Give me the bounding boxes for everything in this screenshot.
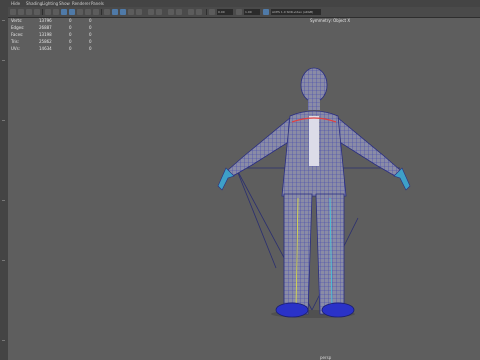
ambient-occlusion-icon[interactable] — [112, 9, 118, 15]
smooth-shade-icon[interactable] — [69, 9, 75, 15]
camera-label: persp — [320, 355, 332, 360]
panel-menu-bar: Hide Shading Lighting Show Renderer Pane… — [8, 0, 480, 7]
field-chart-icon[interactable] — [188, 9, 194, 15]
view-transform-field[interactable]: ACES 1.0 SDR-video (sRGB) — [271, 9, 321, 15]
menu-renderer[interactable]: Renderer — [72, 0, 90, 7]
menu-view[interactable]: Hide — [11, 0, 20, 7]
wireframe-icon[interactable] — [61, 9, 67, 15]
film-gate-icon[interactable] — [53, 9, 59, 15]
resolution-gate-icon[interactable] — [168, 9, 174, 15]
color-management-icon[interactable] — [263, 9, 269, 15]
neck — [308, 100, 320, 110]
use-lights-icon[interactable] — [93, 9, 99, 15]
panel-toolbar: 0.00 1.00 ACES 1.0 SDR-video (sRGB) — [8, 7, 480, 18]
exposure-icon[interactable] — [209, 9, 215, 15]
left-shoe — [275, 302, 309, 318]
isolate-select-icon[interactable] — [136, 9, 142, 15]
wireframe-on-shaded-icon[interactable] — [77, 9, 83, 15]
xray-icon[interactable] — [120, 9, 126, 15]
safe-action-icon[interactable] — [176, 9, 182, 15]
xray-joints-icon[interactable] — [128, 9, 134, 15]
image-plane-icon[interactable] — [34, 9, 40, 15]
grid-icon[interactable] — [45, 9, 51, 15]
backface-culling-icon[interactable] — [148, 9, 154, 15]
bookmark-icon[interactable] — [26, 9, 32, 15]
shadows-icon[interactable] — [104, 9, 110, 15]
menu-shading[interactable]: Shading — [26, 0, 42, 7]
gamma-icon[interactable] — [236, 9, 242, 15]
viewport[interactable]: Verts: 13796 0 0 Edges: 26887 0 0 Faces:… — [8, 18, 480, 360]
textured-icon[interactable] — [85, 9, 91, 15]
menu-show[interactable]: Show — [59, 0, 70, 7]
select-camera-icon[interactable] — [10, 9, 16, 15]
head — [300, 67, 328, 103]
safe-title-icon[interactable] — [196, 9, 202, 15]
character-model[interactable] — [8, 18, 480, 360]
menu-panels[interactable]: Panels — [91, 0, 104, 7]
gamma-field[interactable]: 1.00 — [244, 9, 260, 15]
exposure-field[interactable]: 0.00 — [217, 9, 233, 15]
lock-camera-icon[interactable] — [18, 9, 24, 15]
gate-mask-icon[interactable] — [156, 9, 162, 15]
shirt — [309, 116, 319, 166]
right-shoe — [321, 302, 355, 318]
menu-lighting[interactable]: Lighting — [42, 0, 58, 7]
